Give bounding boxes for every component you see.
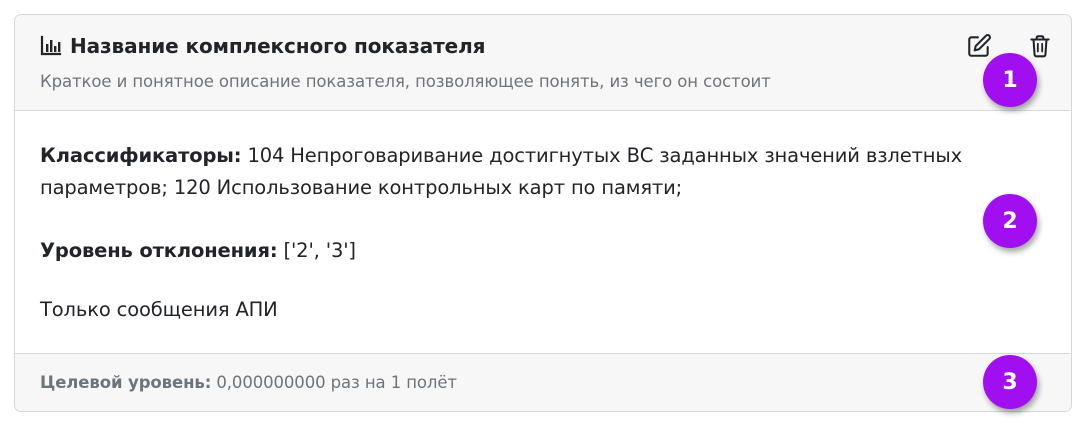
target-level-value: 0,000000000 раз на 1 полёт bbox=[211, 373, 457, 392]
target-level-label: Целевой уровень: bbox=[40, 373, 212, 392]
indicator-title: Название комплексного показателя bbox=[70, 34, 486, 58]
edit-icon bbox=[966, 33, 992, 63]
classifiers-line: Классификаторы: 104 Непроговаривание дос… bbox=[40, 140, 1000, 204]
callout-badge-1: 1 bbox=[983, 53, 1037, 107]
target-level-line: Целевой уровень: 0,000000000 раз на 1 по… bbox=[40, 373, 457, 392]
card-header: Название комплексного показателя Краткое… bbox=[15, 15, 1071, 111]
bar-chart-icon bbox=[39, 34, 63, 58]
deviation-value: ['2', '3'] bbox=[277, 239, 357, 262]
trash-icon bbox=[1027, 33, 1053, 63]
indicator-card: Название комплексного показателя Краткое… bbox=[14, 14, 1072, 412]
callout-badge-2: 2 bbox=[983, 194, 1037, 248]
deviation-label: Уровень отклонения: bbox=[40, 239, 278, 262]
indicator-description: Краткое и понятное описание показателя, … bbox=[40, 72, 771, 91]
callout-badge-3: 3 bbox=[983, 355, 1037, 409]
deviation-line: Уровень отклонения: ['2', '3'] bbox=[40, 235, 356, 267]
api-only-text: Только сообщения АПИ bbox=[40, 298, 278, 321]
classifiers-label: Классификаторы: bbox=[40, 144, 242, 167]
edit-button[interactable] bbox=[965, 34, 993, 62]
delete-button[interactable] bbox=[1026, 34, 1054, 62]
card-body: Классификаторы: 104 Непроговаривание дос… bbox=[15, 111, 1071, 353]
card-footer: Целевой уровень: 0,000000000 раз на 1 по… bbox=[15, 353, 1071, 411]
title-row: Название комплексного показателя bbox=[39, 34, 486, 58]
